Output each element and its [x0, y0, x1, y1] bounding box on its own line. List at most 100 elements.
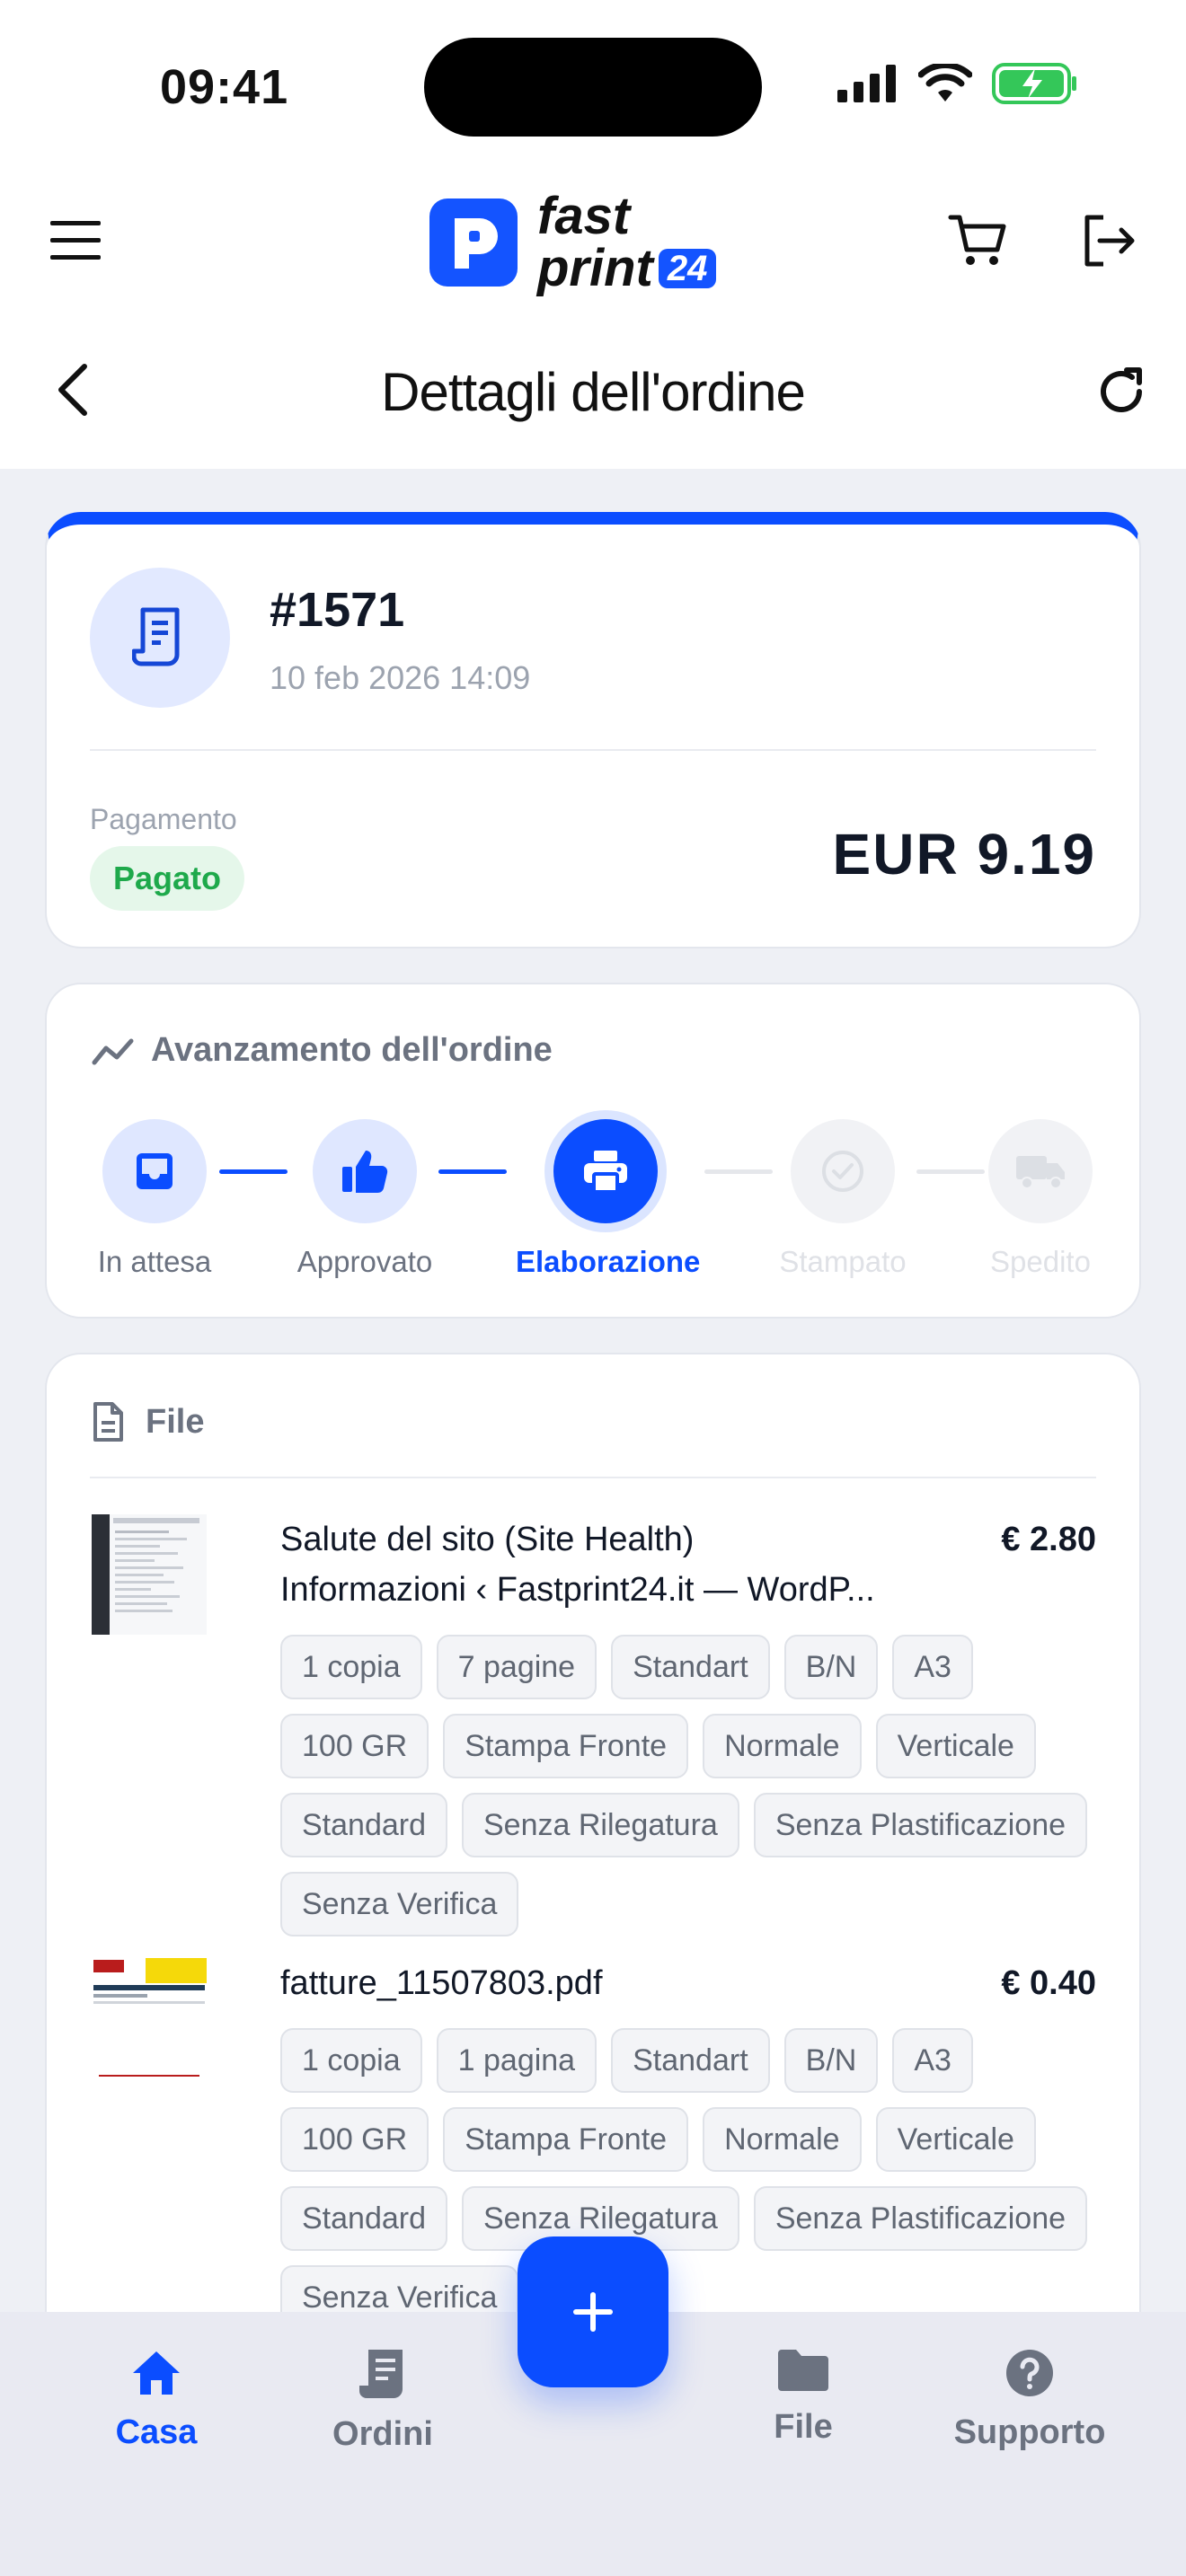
option-chip: Normale: [703, 1714, 862, 1778]
option-chip: Standart: [611, 1635, 770, 1699]
receipt-icon: [359, 2350, 403, 2398]
payment-label: Pagamento: [90, 803, 237, 835]
printer-icon: [584, 1151, 627, 1194]
nav-item-casa[interactable]: Casa: [58, 2348, 255, 2452]
status-time: 09:41: [160, 60, 289, 114]
step-label: Approvato: [296, 1245, 433, 1278]
option-chip: Normale: [703, 2107, 862, 2172]
cellular-signal-icon: [837, 65, 896, 102]
step-spedito: Spedito: [951, 1119, 1130, 1279]
inbox-icon: [137, 1153, 173, 1189]
payment-status-badge: Pagato: [90, 846, 245, 911]
nav-item-ordini[interactable]: Ordini: [284, 2348, 482, 2454]
fastprint-logo[interactable]: fast print 24: [429, 187, 717, 297]
document-icon: [93, 1402, 123, 1442]
refresh-icon[interactable]: [1094, 365, 1148, 419]
option-chip: Standart: [611, 2028, 770, 2093]
file-name-line1: fatture_11507803.pdf: [280, 1964, 603, 2002]
order-summary-card: #1571 10 feb 2026 14:09 Pagamento Pagato…: [45, 512, 1141, 948]
check-circle-icon: [822, 1151, 863, 1192]
file-options: 1 copia 1 pagina Standart B/N A3 100 GR …: [280, 2028, 1096, 2330]
order-date: 10 feb 2026 14:09: [270, 659, 531, 696]
file-name-line2: Informazioni ‹ Fastprint24.it — WordP...: [280, 1571, 875, 1609]
progress-title-text: Avanzamento dell'ordine: [151, 1031, 553, 1069]
add-fab-button[interactable]: [518, 2236, 668, 2387]
step-stampato: Stampato: [753, 1119, 933, 1279]
files-title-text: File: [146, 1402, 205, 1441]
progress-title: Avanzamento dell'ordine: [92, 1031, 553, 1070]
option-chip: Stampa Fronte: [443, 2107, 689, 2172]
logo-print-text: print: [537, 239, 653, 297]
option-chip: B/N: [783, 1635, 879, 1699]
step-label: Stampato: [779, 1245, 907, 1278]
option-chip: B/N: [783, 2028, 879, 2093]
order-number: #1571: [270, 583, 405, 637]
logo-fast-text: fast: [537, 187, 631, 245]
option-chip: 100 GR: [280, 1714, 429, 1778]
option-chip: Senza Plastificazione: [753, 1793, 1088, 1857]
logo-p-icon: [429, 198, 518, 287]
page-title: Dettagli dell'ordine: [381, 362, 806, 422]
menu-icon[interactable]: [50, 221, 101, 260]
plus-icon: [573, 2292, 613, 2332]
step-elaborazione: Elaborazione: [516, 1119, 701, 1279]
app-header: fast print 24: [0, 171, 1186, 314]
step-connector: [438, 1169, 507, 1174]
option-chip: 1 copia: [280, 2028, 422, 2093]
status-bar: 09:41: [0, 0, 1186, 171]
nav-item-supporto[interactable]: Supporto: [931, 2348, 1128, 2452]
file-name: Salute del sito (Site Health) Informazio…: [280, 1514, 934, 1615]
option-chip: Senza Verifica: [280, 1872, 519, 1936]
file-thumbnail[interactable]: [92, 1958, 207, 2078]
step-in-attesa: In attesa: [65, 1119, 244, 1279]
nav-label: Supporto: [953, 2413, 1106, 2451]
files-title: File: [92, 1401, 204, 1442]
option-chip: Verticale: [875, 2107, 1036, 2172]
option-chip: 1 pagina: [436, 2028, 597, 2093]
order-total: EUR 9.19: [832, 822, 1096, 887]
option-chip: A3: [892, 1635, 973, 1699]
logout-icon[interactable]: [1078, 210, 1139, 271]
file-name-line1: Salute del sito (Site Health): [280, 1521, 695, 1558]
step-label: Elaborazione: [516, 1245, 701, 1278]
back-chevron-icon[interactable]: [52, 361, 93, 419]
nav-label: File: [774, 2408, 833, 2446]
cart-icon[interactable]: [947, 210, 1008, 271]
nav-label: Ordini: [332, 2415, 433, 2453]
option-chip: Standard: [280, 1793, 447, 1857]
nav-label: Casa: [115, 2413, 198, 2451]
option-chip: Verticale: [875, 1714, 1036, 1778]
file-item[interactable]: Salute del sito (Site Health) Informazio…: [92, 1514, 1096, 1945]
option-chip: Senza Plastificazione: [753, 2186, 1088, 2251]
order-icon-circle: [90, 568, 230, 708]
status-icons: [837, 63, 1078, 104]
logo-wordmark: fast print 24: [537, 187, 717, 297]
dynamic-island: [424, 38, 762, 137]
wifi-icon: [918, 64, 972, 101]
thumbs-up-icon: [342, 1151, 388, 1193]
receipt-icon: [132, 607, 180, 666]
file-name: fatture_11507803.pdf: [280, 1958, 934, 2008]
divider: [90, 749, 1096, 751]
option-chip: 7 pagine: [436, 1635, 597, 1699]
step-approvato: Approvato: [275, 1119, 455, 1279]
truck-icon: [1016, 1156, 1065, 1189]
option-chip: Stampa Fronte: [443, 1714, 689, 1778]
file-thumbnail[interactable]: [92, 1514, 207, 1635]
option-chip: 1 copia: [280, 1635, 422, 1699]
option-chip: A3: [892, 2028, 973, 2093]
help-icon: [1006, 2350, 1053, 2396]
nav-item-file[interactable]: File: [704, 2348, 902, 2447]
option-chip: Standard: [280, 2186, 447, 2251]
order-progress-card: Avanzamento dell'ordine In attesa Approv…: [45, 983, 1141, 1319]
file-price: € 0.40: [1001, 1964, 1096, 2002]
battery-charging-icon: [992, 63, 1076, 104]
step-label: In attesa: [97, 1245, 212, 1278]
file-price: € 2.80: [1001, 1521, 1096, 1558]
option-chip: Senza Rilegatura: [462, 1793, 739, 1857]
folder-icon: [778, 2350, 828, 2391]
option-chip: 100 GR: [280, 2107, 429, 2172]
home-icon: [133, 2351, 180, 2395]
divider: [90, 1477, 1096, 1478]
trend-line-icon: [92, 1038, 134, 1064]
